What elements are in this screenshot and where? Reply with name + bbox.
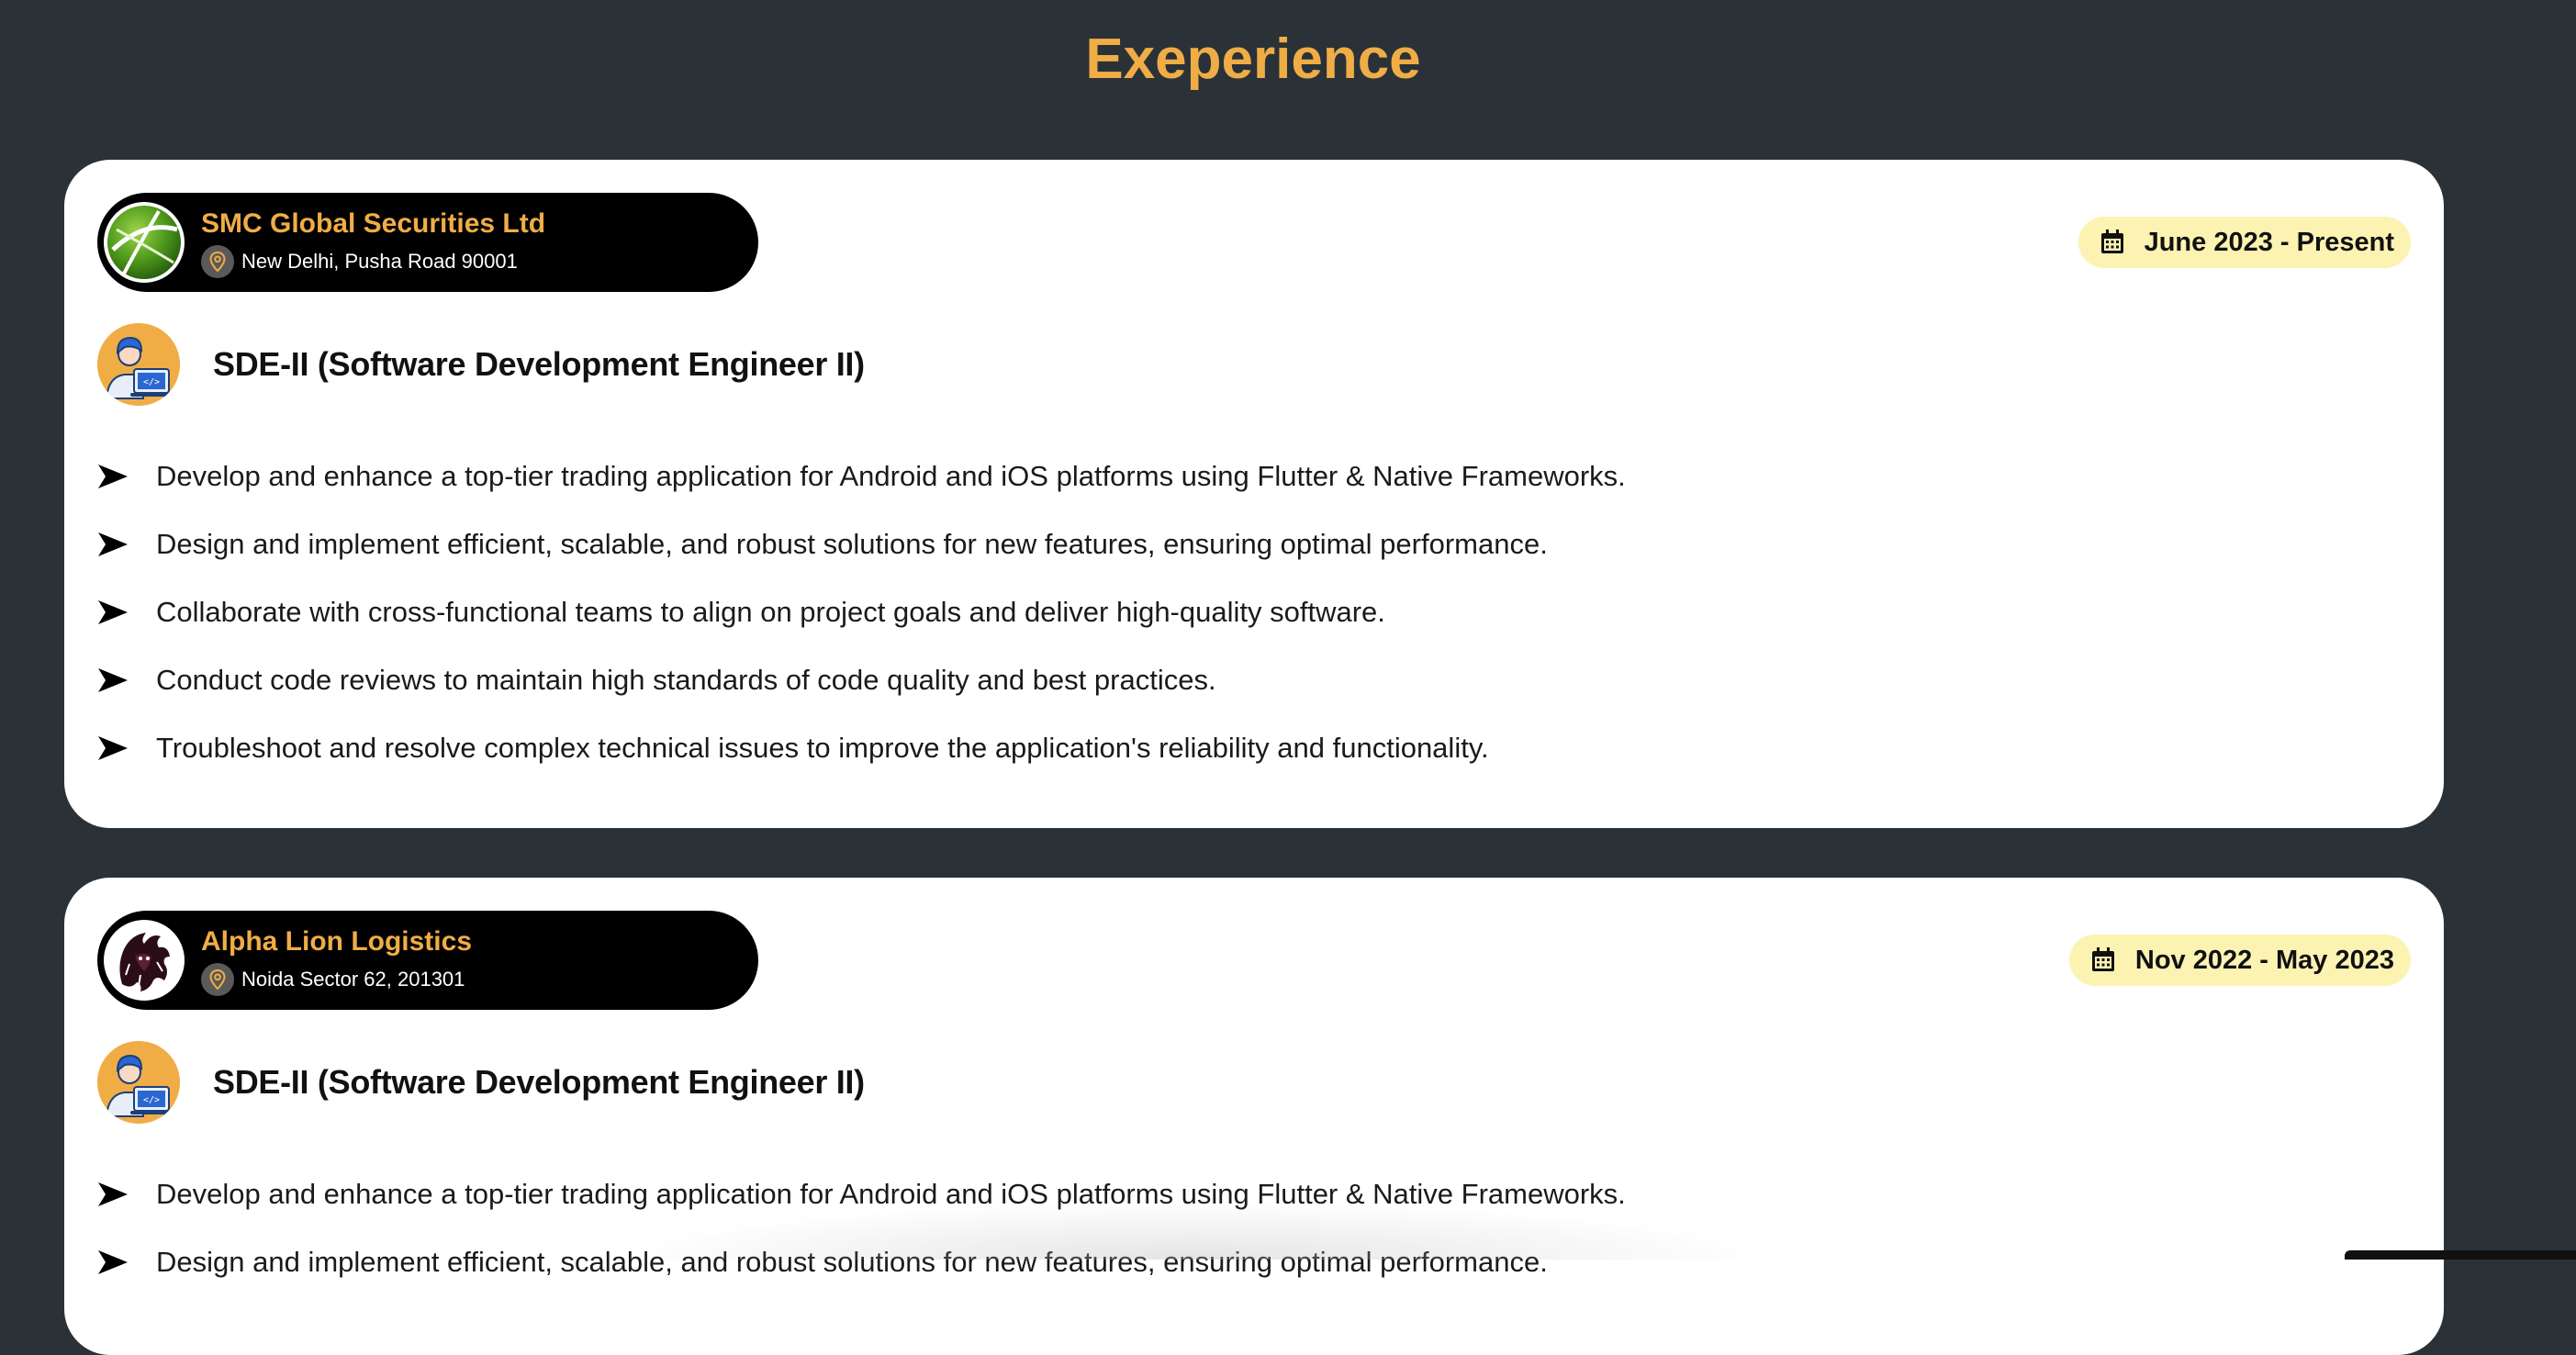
duty-text: Troubleshoot and resolve complex technic…	[156, 732, 1489, 764]
role-row: </> SDE-II (Software Development Enginee…	[97, 1041, 2411, 1124]
role-row: </> SDE-II (Software Development Enginee…	[97, 323, 2411, 406]
date-badge: June 2023 - Present	[2078, 217, 2411, 268]
duty-text: Design and implement efficient, scalable…	[156, 528, 1548, 560]
role-title: SDE-II (Software Development Engineer II…	[213, 1063, 865, 1101]
company-pill: SMC Global Securities Ltd New Delhi, Pus…	[97, 193, 758, 292]
duty-item: Conduct code reviews to maintain high st…	[97, 646, 2411, 714]
arrow-bullet-icon	[98, 1182, 128, 1206]
duty-text: Develop and enhance a top-tier trading a…	[156, 460, 1626, 492]
location-pin-icon	[201, 963, 234, 996]
duty-text: Collaborate with cross-functional teams …	[156, 596, 1385, 628]
svg-text:</>: </>	[143, 377, 160, 387]
calendar-icon	[2091, 947, 2114, 971]
duty-list: Develop and enhance a top-tier trading a…	[97, 1160, 2411, 1296]
company-name: SMC Global Securities Ltd	[201, 208, 546, 239]
floating-widget[interactable]	[2345, 1250, 2576, 1260]
duty-text: Conduct code reviews to maintain high st…	[156, 664, 1216, 696]
duty-item: Collaborate with cross-functional teams …	[97, 578, 2411, 646]
location-text: New Delhi, Pusha Road 90001	[241, 250, 518, 273]
duty-item: Develop and enhance a top-tier trading a…	[97, 442, 2411, 510]
date-range: June 2023 - Present	[2144, 227, 2394, 257]
duty-item: Design and implement efficient, scalable…	[97, 510, 2411, 578]
arrow-bullet-icon	[98, 668, 128, 692]
developer-avatar-icon: </>	[97, 1041, 180, 1124]
arrow-bullet-icon	[98, 1250, 128, 1274]
date-range: Nov 2022 - May 2023	[2134, 945, 2394, 975]
company-name: Alpha Lion Logistics	[201, 926, 473, 957]
experience-card: SMC Global Securities Ltd New Delhi, Pus…	[64, 160, 2444, 828]
globe-logo-icon	[104, 202, 185, 283]
page-title: Exeperience	[1085, 28, 1421, 91]
company-location: Noida Sector 62, 201301	[201, 963, 472, 996]
experience-list: SMC Global Securities Ltd New Delhi, Pus…	[64, 160, 2444, 1355]
arrow-bullet-icon	[98, 736, 128, 760]
arrow-bullet-icon	[98, 532, 128, 556]
developer-avatar-icon: </>	[97, 323, 180, 406]
company-pill: Alpha Lion Logistics Noida Sector 62, 20…	[97, 911, 758, 1010]
experience-card: Alpha Lion Logistics Noida Sector 62, 20…	[64, 878, 2444, 1355]
duty-text: Design and implement efficient, scalable…	[156, 1246, 1548, 1278]
arrow-bullet-icon	[98, 465, 128, 488]
location-pin-icon	[201, 245, 234, 278]
duty-item: Troubleshoot and resolve complex technic…	[97, 714, 2411, 782]
arrow-bullet-icon	[98, 600, 128, 624]
duty-item: Develop and enhance a top-tier trading a…	[97, 1160, 2411, 1228]
location-text: Noida Sector 62, 201301	[241, 968, 465, 991]
role-title: SDE-II (Software Development Engineer II…	[213, 345, 865, 383]
lion-logo-icon	[104, 920, 185, 1001]
duty-list: Develop and enhance a top-tier trading a…	[97, 442, 2411, 782]
duty-item: Design and implement efficient, scalable…	[97, 1228, 2411, 1296]
svg-text:</>: </>	[143, 1095, 160, 1105]
company-location: New Delhi, Pusha Road 90001	[201, 245, 545, 278]
duty-text: Develop and enhance a top-tier trading a…	[156, 1178, 1626, 1210]
date-badge: Nov 2022 - May 2023	[2068, 935, 2411, 986]
calendar-icon	[2100, 230, 2123, 253]
